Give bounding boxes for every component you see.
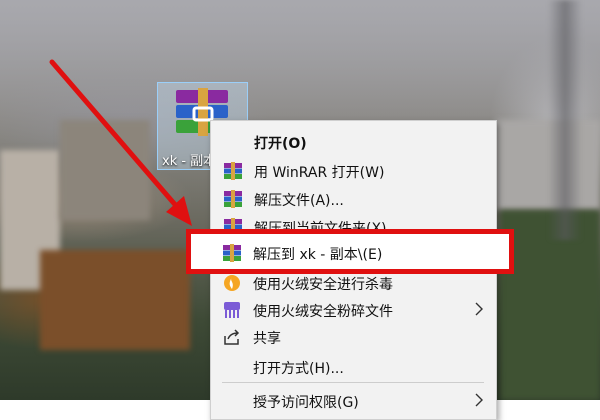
menu-item-share[interactable]: 共享 xyxy=(210,324,495,350)
share-icon xyxy=(224,329,240,345)
menu-item-open-with[interactable]: 打开方式(H)... xyxy=(210,354,495,380)
chevron-right-icon xyxy=(475,302,483,316)
red-highlight-box xyxy=(186,229,514,274)
menu-item-huorong-shred[interactable]: 使用火绒安全粉碎文件 xyxy=(210,297,495,323)
menu-separator xyxy=(222,382,484,383)
huorong-icon xyxy=(224,275,240,291)
menu-item-open[interactable]: 打开(O) xyxy=(211,129,496,155)
menu-item-extract-files[interactable]: 解压文件(A)... xyxy=(211,186,496,212)
chevron-right-icon xyxy=(475,393,483,407)
winrar-icon xyxy=(224,162,242,180)
shredder-icon xyxy=(224,302,240,318)
menu-item-huorong-scan[interactable]: 使用火绒安全进行杀毒 xyxy=(210,270,495,296)
winrar-icon xyxy=(224,190,242,208)
menu-item-grant-access[interactable]: 授予访问权限(G) xyxy=(210,388,495,414)
menu-item-open-with-winrar[interactable]: 用 WinRAR 打开(W) xyxy=(211,158,496,184)
